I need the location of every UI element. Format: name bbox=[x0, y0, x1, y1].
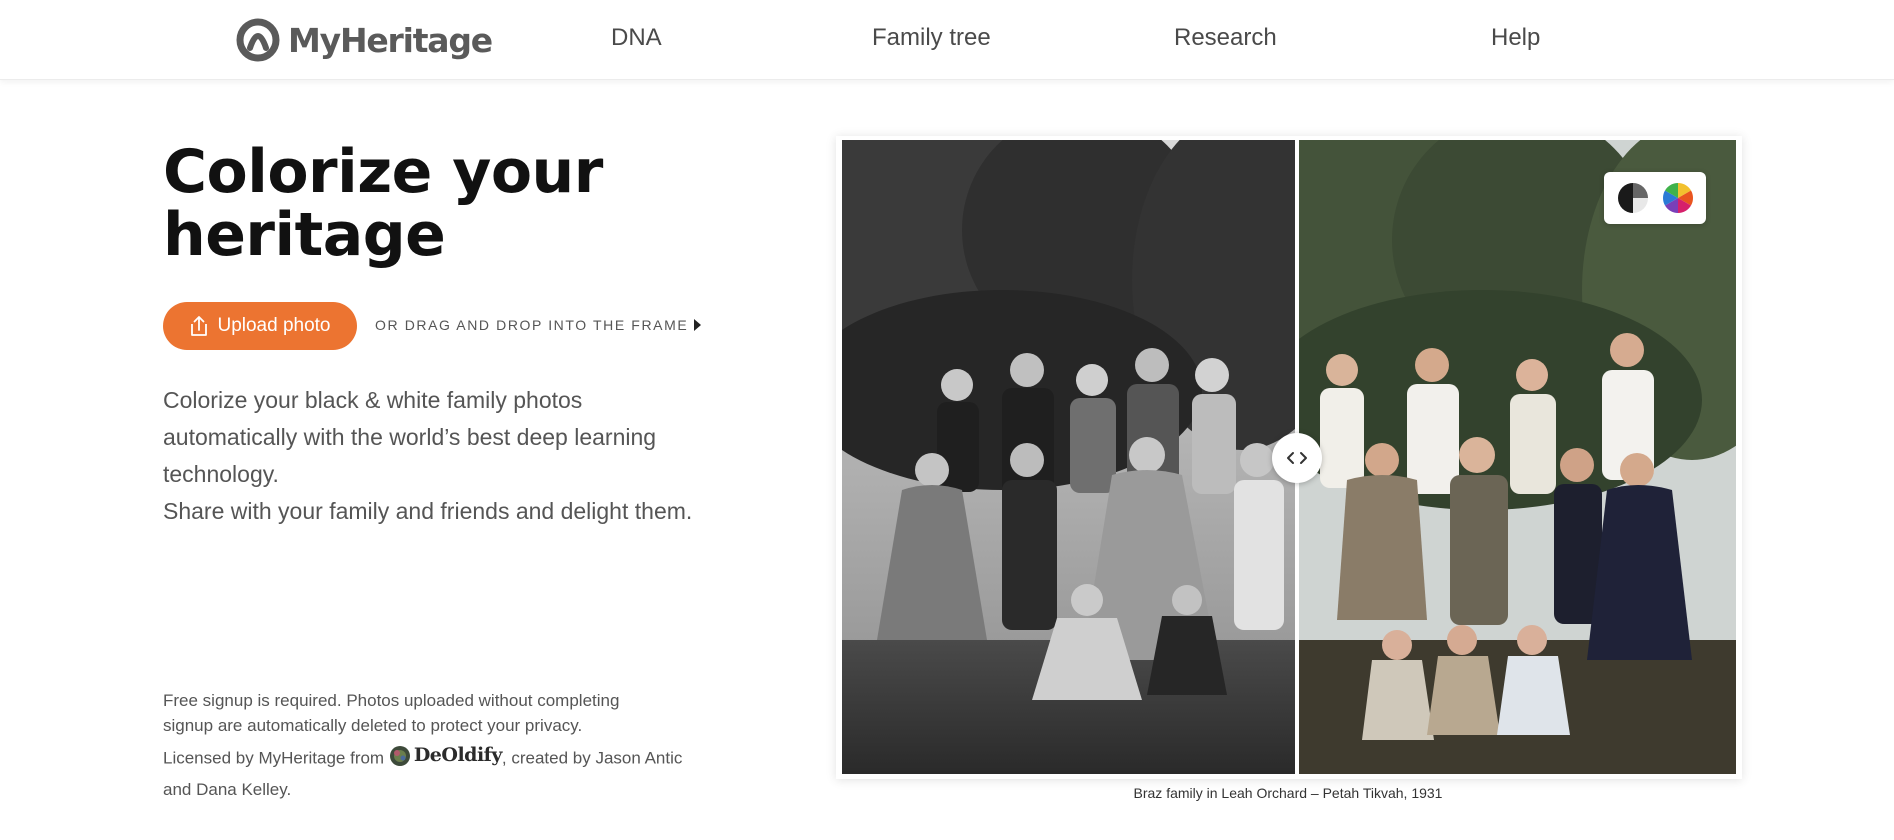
color-mode-toggle bbox=[1604, 172, 1706, 224]
description-line: Colorize your black & white family photo… bbox=[163, 387, 583, 413]
upload-photo-label: Upload photo bbox=[217, 315, 331, 336]
drag-drop-text: OR DRAG AND DROP INTO THE FRAME bbox=[375, 317, 689, 333]
nav-dna[interactable]: DNA bbox=[611, 24, 662, 52]
deoldify-logo-icon bbox=[389, 745, 410, 766]
nav-family-tree[interactable]: Family tree bbox=[872, 24, 991, 52]
deoldify-text: DeOldify bbox=[413, 744, 503, 766]
site-header: MyHeritage DNA Family tree Research Help bbox=[0, 0, 1894, 80]
deoldify-link[interactable]: DeOldify bbox=[389, 740, 502, 771]
license-prefix: Licensed by MyHeritage from bbox=[163, 748, 389, 768]
drag-drop-hint: OR DRAG AND DROP INTO THE FRAME bbox=[375, 317, 702, 333]
signup-note-line: Free signup is required. Photos uploaded… bbox=[163, 691, 620, 710]
signup-note-line: signup are automatically deleted to prot… bbox=[163, 716, 583, 735]
upload-photo-button[interactable]: Upload photo bbox=[163, 302, 357, 350]
license-line-2: and Dana Kelley. bbox=[163, 779, 292, 799]
arrow-right-icon bbox=[694, 319, 702, 331]
compare-slider-handle[interactable] bbox=[1272, 433, 1322, 483]
license-note: Licensed by MyHeritage from DeOldify, cr… bbox=[163, 740, 723, 805]
color-wheel-icon[interactable] bbox=[1661, 181, 1695, 215]
description-line: Share with your family and friends and d… bbox=[163, 498, 693, 524]
upload-icon bbox=[191, 316, 208, 336]
page-title: Colorize your heritage bbox=[163, 141, 723, 267]
page-title-line-2: heritage bbox=[163, 200, 446, 270]
photo-caption: Braz family in Leah Orchard – Petah Tikv… bbox=[1133, 785, 1443, 801]
description-line: technology. bbox=[163, 461, 279, 487]
black-and-white-icon[interactable] bbox=[1616, 181, 1650, 215]
myheritage-logo-icon bbox=[236, 18, 280, 62]
chevron-left-right-icon bbox=[1287, 452, 1307, 464]
description: Colorize your black & white family photo… bbox=[163, 382, 723, 530]
nav-help[interactable]: Help bbox=[1491, 24, 1540, 52]
logo-text: MyHeritage bbox=[288, 20, 493, 60]
license-suffix: , created by Jason Antic bbox=[501, 748, 683, 768]
description-line: automatically with the world’s best deep… bbox=[163, 424, 657, 450]
legal-notice: Free signup is required. Photos uploaded… bbox=[163, 688, 723, 805]
myheritage-logo[interactable]: MyHeritage bbox=[236, 18, 493, 62]
page-title-line-1: Colorize your bbox=[163, 137, 603, 207]
nav-research[interactable]: Research bbox=[1174, 24, 1277, 52]
